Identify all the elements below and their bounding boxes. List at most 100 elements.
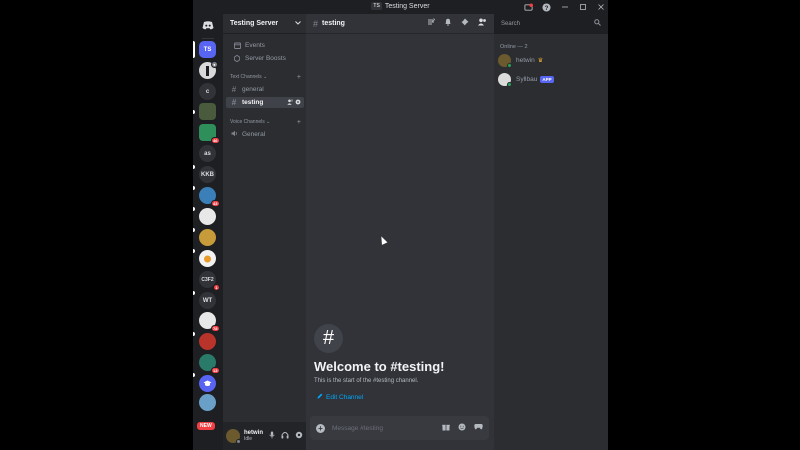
server-icon-as[interactable]: as [199,145,216,162]
member-item[interactable]: Syllbau APP [494,70,608,88]
speaker-icon [230,130,238,139]
voice-channels-category[interactable]: Voice Channels ⌄ + [223,117,306,127]
text-channels-label: Text Channels [230,74,262,80]
member-item[interactable]: hetwin ♛ [494,51,608,69]
server-icon-9[interactable] [199,208,216,225]
direct-messages-button[interactable] [199,17,216,34]
unread-pill [193,291,195,295]
headphones-icon[interactable] [281,431,289,441]
microphone-icon[interactable] [269,431,275,441]
server-icon-ts[interactable]: TS [199,41,216,58]
server-icon-5[interactable]: 46 [199,124,220,144]
unread-pill [193,228,195,232]
server-icon-17[interactable] [199,375,216,392]
server-icon-2[interactable]: ● [199,61,218,79]
server-icon-14[interactable]: 78 [199,312,220,332]
gift-icon[interactable] [442,423,450,433]
chevron-down-icon: ⌄ [263,74,268,80]
server-icon-c[interactable]: c [199,83,216,100]
server-icon-16[interactable]: 13 [199,354,220,374]
add-channel-icon[interactable]: + [297,74,301,81]
minimize-icon[interactable] [560,3,569,12]
channel-name: general [242,86,264,93]
server-header[interactable]: Testing Server [223,14,306,34]
unread-pill [193,110,195,114]
search-input[interactable]: Search [497,17,605,30]
server-icon-8[interactable]: 43 [199,187,220,207]
member-name: hetwin [516,56,535,64]
create-invite-icon[interactable] [287,99,293,107]
bell-icon[interactable] [444,18,452,28]
voice-channel-general[interactable]: General [226,129,304,140]
unread-pill [193,165,195,169]
message-input[interactable]: Message #testing [332,425,442,432]
edit-channel-label: Edit Channel [326,393,364,401]
server-icon-15[interactable] [199,333,216,350]
threads-icon[interactable] [427,18,436,28]
channel-name: General [242,131,266,138]
server-icon-wt[interactable]: WT [199,292,216,309]
member-list-icon[interactable] [478,18,487,28]
chevron-down-icon [295,20,301,27]
emoji-icon[interactable] [458,423,466,433]
channel-item-testing[interactable]: # testing [226,97,304,108]
welcome-subtitle: This is the start of the #testing channe… [314,378,419,384]
text-channels-category[interactable]: Text Channels ⌄ + [223,72,306,82]
pin-icon[interactable] [461,18,469,28]
chat-area: # testing # Welcome to #testing! This is… [306,14,494,450]
upload-plus-icon[interactable]: + [316,423,325,433]
events-label: Events [245,42,265,49]
avatar[interactable] [226,429,241,444]
online-status-icon [507,62,512,68]
unread-pill [193,332,195,336]
unread-pill [193,373,195,377]
new-servers-badge[interactable]: NEW [196,421,216,431]
server-icon-11[interactable] [199,250,216,267]
user-panel: hetwin Idle [223,422,306,450]
gear-icon[interactable] [295,431,303,441]
server-list: TS ● c 46 as KKB 43 C3F2 1 WT 78 13 NEW [193,14,223,450]
mention-badge: 43 [210,200,220,207]
crown-icon: ♛ [537,57,544,64]
server-badge: TS [371,2,382,10]
add-channel-icon[interactable]: + [297,119,301,126]
events-item[interactable]: Events [226,40,302,51]
pencil-icon [317,393,323,401]
title-bar-icons: ? [524,1,605,13]
unread-pill [193,207,195,211]
help-icon[interactable]: ? [542,2,551,12]
channel-hashtag-icon: # [314,324,343,353]
server-icon-4[interactable] [199,103,216,120]
server-boosts-item[interactable]: Server Boosts [226,53,302,64]
server-icon-c3f2[interactable]: C3F2 1 [199,271,220,291]
mention-badge: 1 [212,284,220,291]
window-title-text: Testing Server [384,2,430,10]
game-controller-icon[interactable] [474,423,483,433]
server-name: Testing Server [230,20,279,27]
member-name: Syllbau [516,75,538,83]
discord-logo-icon [202,21,213,30]
voice-channels-label: Voice Channels [230,119,265,125]
welcome-title: Welcome to #testing! [314,359,445,374]
chevron-down-icon: ⌄ [266,119,271,125]
gear-icon[interactable] [295,99,301,107]
boost-icon [233,55,241,62]
idle-status-icon [236,439,241,444]
channel-toolbar [427,18,487,28]
unread-pill [193,249,195,253]
user-status: Idle [244,436,253,442]
server-list-separator [202,38,214,39]
avatar [498,53,512,68]
selected-server-pill [193,41,195,58]
calendar-icon [233,42,241,49]
server-icon-kkb[interactable]: KKB [199,166,216,183]
server-icon-10[interactable] [199,229,216,246]
edit-channel-link[interactable]: Edit Channel [317,393,363,401]
inbox-icon[interactable] [524,2,533,12]
maximize-icon[interactable] [578,3,587,12]
server-icon-18[interactable] [199,394,216,411]
close-icon[interactable] [596,3,605,12]
mention-badge: 78 [210,325,220,332]
channel-item-general[interactable]: # general [226,84,304,95]
hashtag-icon: # [231,98,237,107]
